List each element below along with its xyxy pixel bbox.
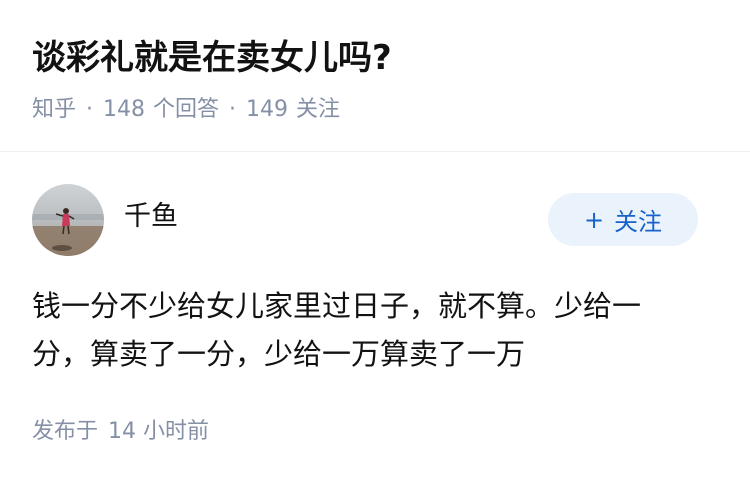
meta-separator: ·	[86, 97, 94, 122]
follower-count-label: 关注	[296, 97, 341, 122]
avatar[interactable]	[32, 184, 104, 256]
answer-footer: 发布于 14 小时前	[32, 416, 209, 448]
answer-count-label: 个回答	[153, 97, 220, 122]
follower-count: 149	[246, 97, 289, 122]
answer-content[interactable]: 钱一分不少给女儿家里过日子，就不算。少给一分，算卖了一分，少给一万算卖了一万	[32, 282, 692, 378]
follow-button-label: 关注	[614, 208, 663, 236]
author-name[interactable]: 千鱼	[124, 198, 178, 236]
published-prefix: 发布于	[32, 419, 99, 444]
avatar-photo	[32, 184, 104, 256]
source-label[interactable]: 知乎	[32, 97, 76, 122]
question-title[interactable]: 谈彩礼就是在卖女儿吗?	[32, 34, 392, 82]
answer-count: 148	[103, 97, 146, 122]
meta-separator: ·	[229, 97, 237, 122]
published-time: 14 小时前	[108, 419, 210, 444]
plus-icon: +	[583, 205, 605, 234]
section-divider	[0, 151, 750, 152]
question-meta: 知乎 · 148 个回答 · 149 关注	[32, 94, 340, 126]
follow-button[interactable]: + 关注	[548, 193, 698, 246]
